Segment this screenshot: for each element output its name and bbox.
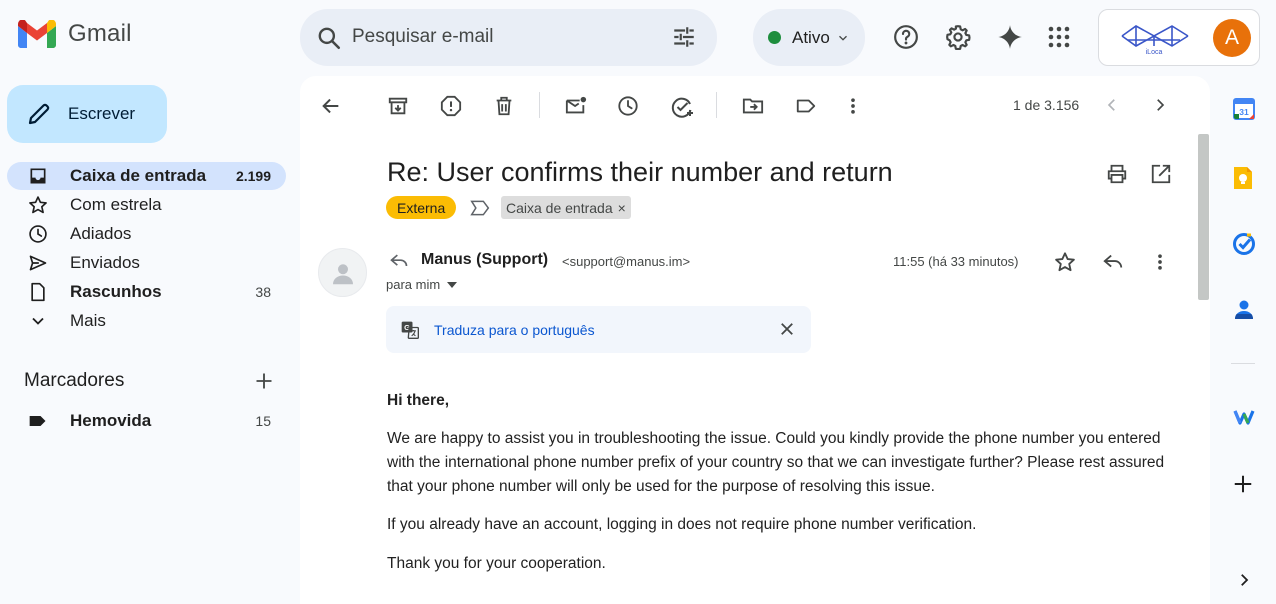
sender-avatar[interactable] [318,248,367,297]
star-icon [28,195,48,215]
zoho-workplace-icon[interactable] [1232,407,1256,427]
keep-icon[interactable] [1232,165,1254,191]
more-options-icon[interactable] [1150,251,1170,273]
reply-icon [388,251,410,271]
reply-icon[interactable] [1102,251,1124,273]
sidebar-item-inbox[interactable]: Caixa de entrada 2.199 [7,162,286,190]
search-icon[interactable] [316,25,342,51]
draft-count: 38 [255,284,271,300]
email-paragraph: We are happy to assist you in troublesho… [387,430,1165,495]
sidebar-item-label: Adiados [70,224,132,243]
label-icon [28,411,48,431]
svg-text:31: 31 [1239,107,1249,117]
email-paragraph: If you already have an account, logging … [387,516,977,533]
chevron-right-icon[interactable] [1151,96,1169,114]
mark-unread-icon[interactable] [564,95,588,117]
avatar[interactable]: A [1213,19,1251,57]
pagination-count: 1 de 3.156 [1013,97,1080,113]
sidebar-item-label: Caixa de entrada [70,166,207,185]
snooze-icon[interactable] [617,95,639,117]
chevron-down-icon [838,35,847,41]
chevron-down-icon [28,311,48,331]
sender-name[interactable]: Manus (Support) [421,251,548,269]
sidebar-item-more[interactable]: Mais [7,307,286,335]
sidebar-item-label: Enviados [70,253,140,272]
email-paragraph: Thank you for your cooperation. [387,555,606,572]
sidebar-item-drafts[interactable]: Rascunhos 38 [7,278,286,306]
status-selector[interactable]: Ativo [753,9,865,66]
sidebar-item-label: Mais [70,311,106,330]
contacts-icon[interactable] [1232,298,1256,322]
label-count: 15 [255,413,271,429]
app-name: Gmail [68,20,132,47]
rail-divider [1231,363,1255,364]
sidebar-item-label: Hemovida [70,411,152,430]
sidebar-item-snoozed[interactable]: Adiados [7,220,286,248]
send-icon [28,253,48,273]
open-new-window-icon[interactable] [1150,163,1172,185]
status-dot [768,31,781,44]
recipient-label: para mim [386,277,441,292]
more-options-icon[interactable] [843,95,863,117]
close-icon[interactable] [778,320,796,338]
organization-logo: iLoca [1118,22,1190,56]
compose-button[interactable]: Escrever [7,85,167,143]
gmail-logo[interactable]: Gmail [18,20,132,48]
importance-marker-icon[interactable] [470,199,490,217]
chevron-right-icon[interactable] [1235,571,1253,589]
chevron-left-icon[interactable] [1103,96,1121,114]
svg-text:iLoca: iLoca [1146,49,1163,56]
sidebar-item-label: Com estrela [70,195,162,214]
label-as-icon[interactable] [795,95,817,117]
tasks-icon[interactable] [1232,232,1256,256]
remove-label-icon[interactable]: × [618,200,626,216]
add-addon-icon[interactable] [1232,473,1254,495]
inbox-tag-label: Caixa de entrada [506,199,613,216]
inbox-icon [28,166,48,186]
report-spam-icon[interactable] [440,95,462,117]
gemini-icon[interactable] [997,24,1023,50]
draft-icon [28,282,48,302]
move-to-icon[interactable] [742,95,764,117]
apps-grid-icon[interactable] [1047,25,1071,49]
gear-icon[interactable] [945,24,971,50]
trash-icon[interactable] [493,95,515,117]
back-icon[interactable] [320,95,342,117]
unread-count: 2.199 [235,168,271,184]
labels-heading: Marcadores [24,370,125,391]
sender-email: <support@manus.im> [562,254,691,269]
sidebar-label-hemovida[interactable]: Hemovida 15 [7,407,286,435]
add-label-icon[interactable] [254,371,274,391]
person-icon [332,263,353,284]
search-input[interactable] [352,24,652,50]
compose-label: Escrever [68,104,136,123]
toolbar-divider [716,92,717,118]
gmail-m-icon [18,20,56,48]
status-label: Ativo [792,27,830,47]
print-icon[interactable] [1106,163,1128,185]
translate-link[interactable]: Traduza para o português [434,322,595,338]
caret-down-icon [447,281,458,288]
clock-icon [28,224,48,244]
recipient-details[interactable]: para mim [386,277,458,292]
star-icon[interactable] [1054,251,1076,273]
add-task-icon[interactable] [670,95,694,119]
external-tag: Externa [386,196,457,219]
email-subject: Re: User confirms their number and retur… [387,157,893,187]
sidebar-item-sent[interactable]: Enviados [7,249,286,277]
inbox-tag: Caixa de entrada × [501,196,631,219]
search-options-icon[interactable] [670,24,698,50]
translate-icon: G [400,320,420,340]
scrollbar-thumb[interactable] [1198,134,1209,300]
sidebar-item-starred[interactable]: Com estrela [7,191,286,219]
calendar-icon[interactable]: 31 [1232,97,1256,121]
sidebar-item-label: Rascunhos [70,282,162,301]
archive-icon[interactable] [387,95,409,117]
pencil-icon [28,103,50,125]
toolbar-divider [539,92,540,118]
email-greeting: Hi there, [387,392,450,409]
message-time: 11:55 (há 33 minutos) [893,254,1019,269]
help-icon[interactable] [893,24,919,50]
